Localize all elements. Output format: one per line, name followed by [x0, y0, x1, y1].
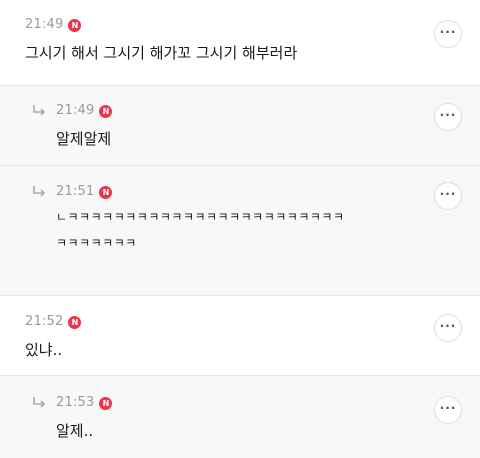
comment-item: 21:49 N 그시기 해서 그시기 해가꼬 그시기 해부러라 ···: [0, 0, 480, 86]
comment-meta: 21:49 N: [25, 17, 82, 33]
more-horizontal-icon: ···: [439, 400, 457, 415]
more-horizontal-icon: ···: [439, 107, 457, 122]
comment-text-line: ㅋㅋㅋㅋㅋㅋㅋ: [56, 236, 137, 250]
comment-text: 그시기 해서 그시기 해가꼬 그시기 해부러라: [25, 44, 298, 62]
more-options-button[interactable]: ···: [434, 20, 462, 48]
reply-arrow-icon: [31, 184, 47, 200]
more-options-button[interactable]: ···: [434, 103, 462, 131]
comment-time: 21:49: [25, 17, 64, 32]
comment-time: 21:53: [56, 395, 95, 410]
new-badge-icon: N: [99, 185, 113, 199]
more-horizontal-icon: ···: [439, 24, 457, 39]
comment-text: 알제알제: [56, 130, 112, 148]
comment-thread: 21:49 N 그시기 해서 그시기 해가꼬 그시기 해부러라 ··· 21:4…: [0, 0, 480, 458]
comment-meta: 21:51 N: [56, 184, 113, 200]
more-horizontal-icon: ···: [439, 318, 457, 333]
more-options-button[interactable]: ···: [434, 182, 462, 210]
comment-text: 있냐..: [25, 341, 63, 359]
reply-item: 21:51 N ㄴㅋㅋㅋㅋㅋㅋㅋㅋㅋㅋㅋㅋㅋㅋㅋㅋㅋㅋㅋㅋㅋㅋㅋㅋ ㅋㅋㅋㅋㅋㅋ…: [0, 166, 480, 296]
reply-item: 21:49 N 알제알제 ···: [0, 86, 480, 166]
new-badge-icon: N: [99, 396, 113, 410]
comment-item: 21:52 N 있냐.. ···: [0, 296, 480, 376]
comment-time: 21:49: [56, 103, 95, 118]
new-badge-icon: N: [68, 315, 82, 329]
more-options-button[interactable]: ···: [434, 314, 462, 342]
comment-time: 21:51: [56, 184, 95, 199]
comment-meta: 21:53 N: [56, 395, 113, 411]
comment-time: 21:52: [25, 314, 64, 329]
comment-meta: 21:52 N: [25, 314, 82, 330]
more-horizontal-icon: ···: [439, 186, 457, 201]
comment-text: 알제..: [56, 422, 94, 440]
new-badge-icon: N: [68, 18, 82, 32]
reply-arrow-icon: [31, 103, 47, 119]
more-options-button[interactable]: ···: [434, 396, 462, 424]
reply-item: 21:53 N 알제.. ···: [0, 376, 480, 458]
comment-text-line: ㄴㅋㅋㅋㅋㅋㅋㅋㅋㅋㅋㅋㅋㅋㅋㅋㅋㅋㅋㅋㅋㅋㅋㅋㅋ: [56, 210, 345, 224]
reply-arrow-icon: [31, 395, 47, 411]
comment-meta: 21:49 N: [56, 103, 113, 119]
new-badge-icon: N: [99, 104, 113, 118]
